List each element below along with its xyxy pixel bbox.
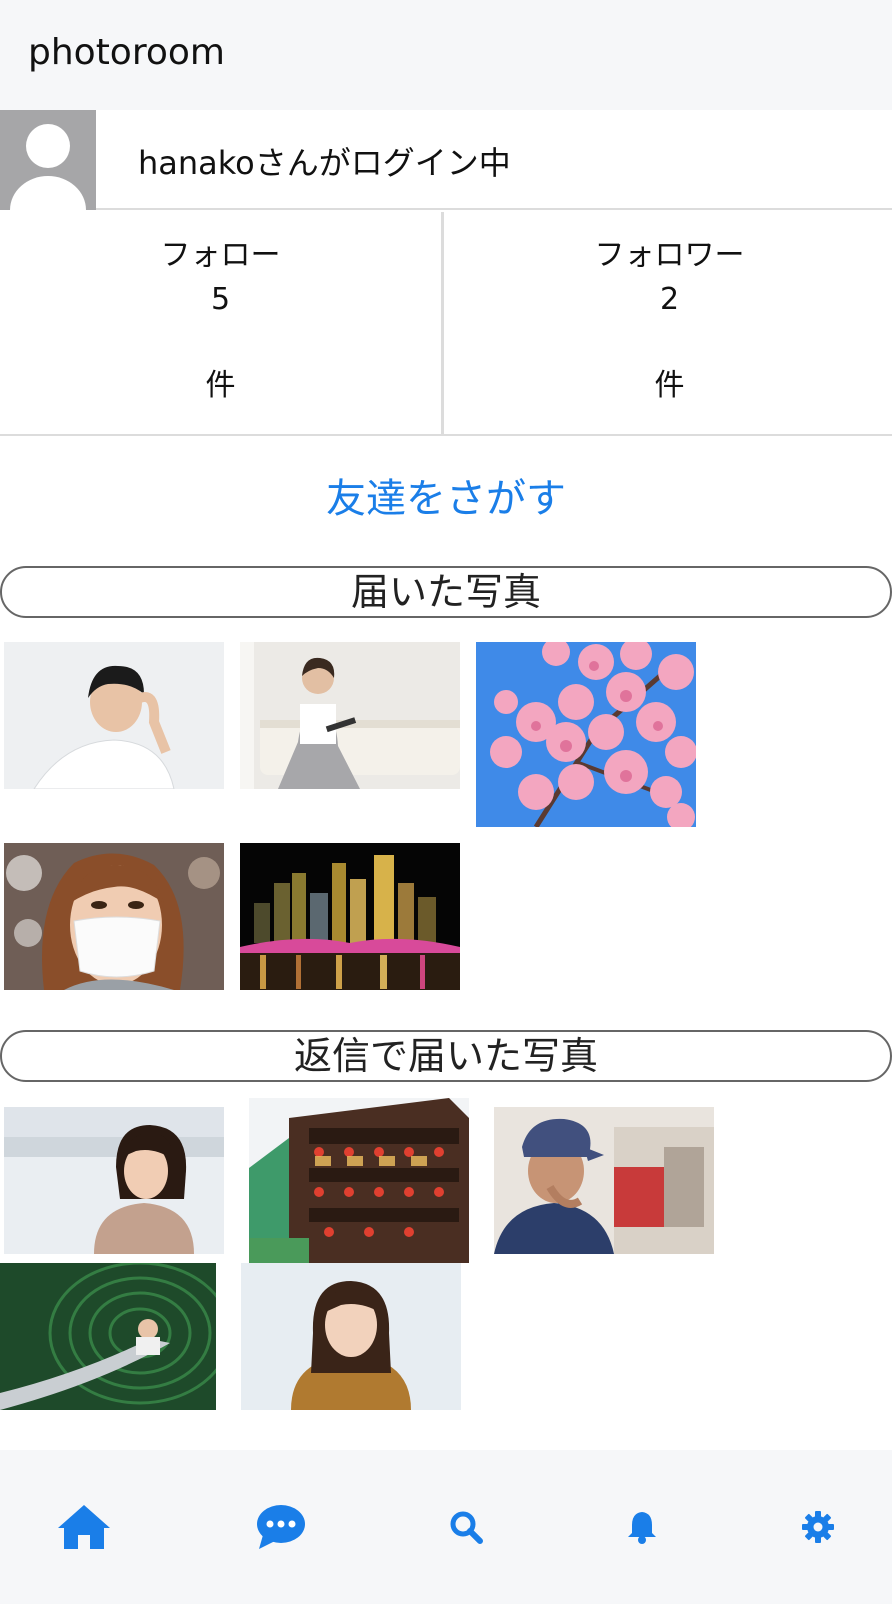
follower-count: 2 xyxy=(659,282,680,317)
tab-messages[interactable] xyxy=(221,1450,341,1604)
tab-notifications[interactable] xyxy=(582,1450,702,1604)
chat-bubble-icon xyxy=(257,1505,305,1549)
follower-unit: 件 xyxy=(654,368,685,403)
gear-icon xyxy=(802,1511,834,1543)
follower-stat[interactable]: フォロワー 2 件 xyxy=(447,212,892,436)
follower-label: フォロワー xyxy=(594,238,745,273)
follow-label: フォロー xyxy=(160,238,281,273)
profile-bar: hanakoさんがログイン中 xyxy=(0,110,892,210)
photo-thumbnail[interactable] xyxy=(4,642,224,789)
follow-stat[interactable]: フォロー 5 件 xyxy=(0,212,444,436)
photo-thumbnail[interactable] xyxy=(476,642,696,827)
app-header: photoroom xyxy=(0,0,892,110)
home-icon xyxy=(58,1505,110,1549)
tab-home[interactable] xyxy=(24,1450,144,1604)
photo-thumbnail[interactable] xyxy=(494,1107,714,1254)
find-friends-link[interactable]: 友達をさがす xyxy=(0,466,892,524)
photo-thumbnail[interactable] xyxy=(240,843,460,990)
photo-thumbnail[interactable] xyxy=(249,1098,469,1263)
search-icon xyxy=(450,1511,483,1544)
follow-stats: フォロー 5 件 フォロワー 2 件 xyxy=(0,212,892,436)
photo-thumbnail[interactable] xyxy=(0,1263,216,1410)
photo-thumbnail[interactable] xyxy=(4,843,224,990)
tab-search[interactable] xyxy=(406,1450,526,1604)
login-status-text: hanakoさんがログイン中 xyxy=(138,144,511,182)
tab-settings[interactable] xyxy=(758,1450,878,1604)
received-photos-heading: 届いた写真 xyxy=(0,566,892,618)
photo-thumbnail[interactable] xyxy=(240,642,460,789)
replied-photos-heading: 返信で届いた写真 xyxy=(0,1030,892,1082)
photo-thumbnail[interactable] xyxy=(241,1263,461,1410)
user-silhouette-icon xyxy=(10,124,86,210)
photo-thumbnail[interactable] xyxy=(4,1107,224,1254)
app-title: photoroom xyxy=(28,32,225,73)
avatar[interactable] xyxy=(0,110,96,210)
bottom-tab-bar xyxy=(0,1450,892,1604)
follow-count: 5 xyxy=(210,282,231,317)
follow-unit: 件 xyxy=(205,368,236,403)
bell-icon xyxy=(628,1512,656,1544)
